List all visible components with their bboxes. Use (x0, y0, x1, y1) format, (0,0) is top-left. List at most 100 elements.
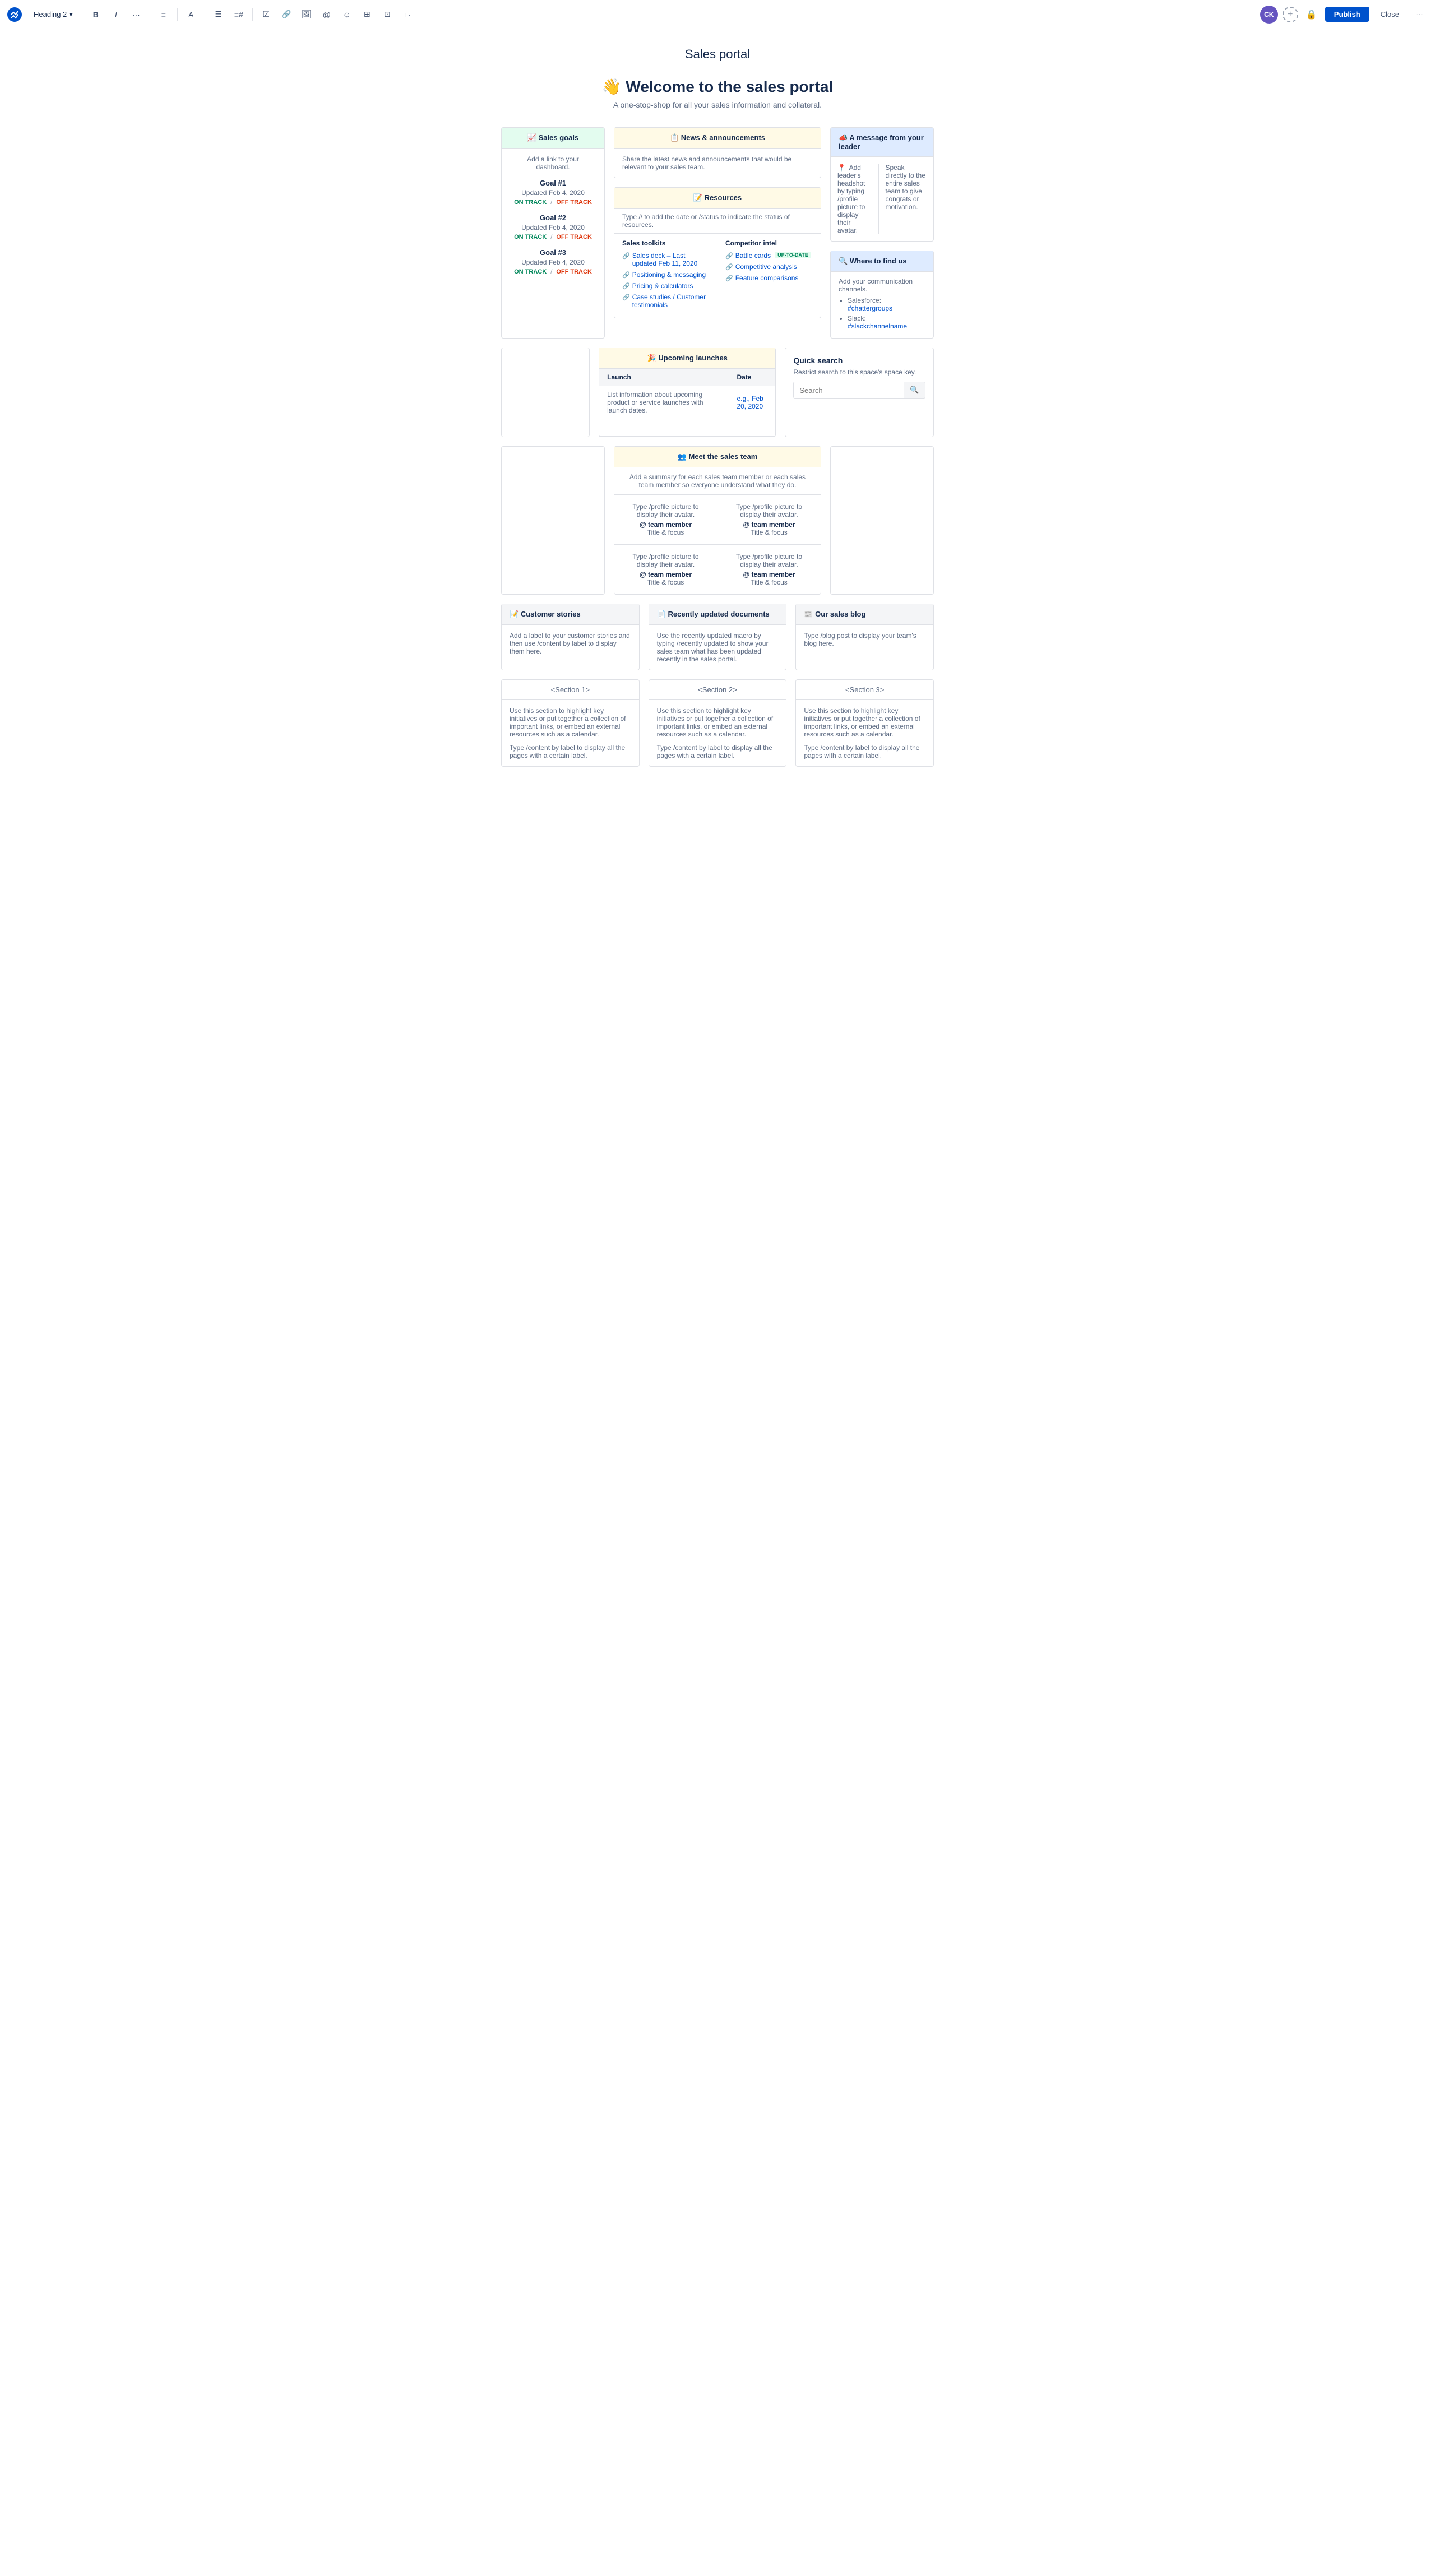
sales-blog-header: 📰 Our sales blog (796, 604, 933, 625)
logo[interactable] (7, 7, 22, 22)
italic-button[interactable]: I (107, 6, 125, 24)
resource-link[interactable]: 🔗 Sales deck – Last updated Feb 11, 2020 (622, 252, 709, 267)
team-member: Type /profile picture to display their a… (614, 495, 718, 545)
link-icon: 🔗 (622, 294, 630, 301)
link-button[interactable]: 🔗 (277, 6, 295, 24)
member-title: Title & focus (622, 529, 709, 536)
more-options-button[interactable]: ··· (1410, 6, 1428, 24)
publish-button[interactable]: Publish (1325, 7, 1369, 22)
member-title: Title & focus (725, 578, 813, 586)
sales-goals-body: Add a link to your dashboard. Goal #1 Up… (502, 149, 604, 290)
customer-stories-emoji: 📝 (510, 610, 519, 618)
sales-blog-emoji: 📰 (804, 610, 813, 618)
sections-row: <Section 1> Use this section to highligh… (501, 679, 934, 767)
bullet-list-button[interactable]: ☰ (210, 6, 228, 24)
section-1-card: <Section 1> Use this section to highligh… (501, 679, 640, 767)
close-button[interactable]: Close (1374, 7, 1406, 22)
find-us-list: Salesforce: #chattergroups Slack: #slack… (839, 296, 925, 330)
date-empty (729, 419, 775, 437)
leader-emoji: 📣 (839, 133, 848, 142)
bold-button[interactable]: B (87, 6, 105, 24)
table-row: List information about upcoming product … (599, 386, 775, 419)
link-icon: 🔗 (622, 271, 630, 279)
resource-link[interactable]: 🔗 Battle cards UP-TO-DATE (725, 252, 813, 260)
leader-right: Speak directly to the entire sales team … (886, 164, 927, 234)
launches-title: Upcoming launches (658, 354, 728, 362)
align-button[interactable]: ≡ (155, 6, 173, 24)
table-button[interactable]: ⊞ (358, 6, 376, 24)
news-header: 📋 News & announcements (614, 128, 821, 149)
lock-icon-button[interactable]: 🔒 (1303, 6, 1321, 24)
task-button[interactable]: ☑ (257, 6, 275, 24)
link-icon: 🔗 (725, 252, 733, 260)
search-input[interactable] (794, 383, 904, 398)
section-2-body: Use this section to highlight key initia… (649, 700, 786, 766)
hero-title-text: Welcome to the sales portal (626, 78, 833, 95)
resource-link[interactable]: 🔗 Feature comparisons (725, 274, 813, 282)
sales-goals-emoji: 📈 (527, 133, 536, 142)
resource-link[interactable]: 🔗 Competitive analysis (725, 263, 813, 271)
page-title: Sales portal (501, 47, 934, 62)
team-title: Meet the sales team (688, 452, 757, 461)
layout-button[interactable]: ⊡ (378, 6, 396, 24)
resources-header: 📝 Resources (614, 188, 821, 209)
team-header: 👥 Meet the sales team (614, 447, 821, 467)
team-emoji: 👥 (678, 452, 687, 461)
add-link-text: Add a link to your dashboard. (510, 155, 596, 171)
recently-updated-emoji: 📄 (657, 610, 666, 618)
find-us-title: Where to find us (850, 257, 907, 265)
recently-updated-body: Use the recently updated macro by typing… (649, 625, 786, 670)
search-input-wrap: 🔍 (793, 382, 925, 399)
more-text-button[interactable]: ··· (127, 6, 145, 24)
goal-3-date: Updated Feb 4, 2020 (510, 258, 596, 266)
user-avatar[interactable]: CK (1260, 6, 1278, 24)
member-avatar-text: Type /profile picture to display their a… (622, 553, 709, 568)
mention-button[interactable]: @ (318, 6, 336, 24)
resources-title: Resources (705, 193, 742, 202)
quick-search-desc: Restrict search to this space's space ke… (793, 368, 925, 376)
resource-link[interactable]: 🔗 Pricing & calculators (622, 282, 709, 290)
leader-header: 📣 A message from your leader (831, 128, 933, 157)
image-button[interactable]: 🖼 (298, 6, 316, 24)
news-emoji: 📋 (670, 133, 679, 142)
find-us-emoji: 🔍 (839, 257, 848, 265)
text-color-button[interactable]: A (182, 6, 200, 24)
launches-table: Launch Date List information about upcom… (599, 369, 775, 437)
list-item: Salesforce: #chattergroups (848, 296, 925, 312)
recently-updated-header: 📄 Recently updated documents (649, 604, 786, 625)
numbered-list-button[interactable]: ≡# (230, 6, 248, 24)
search-button[interactable]: 🔍 (904, 382, 925, 398)
on-track-label: ON TRACK (514, 199, 547, 206)
team-grid: Type /profile picture to display their a… (614, 495, 821, 594)
member-name: @ team member (725, 521, 813, 529)
member-title: Title & focus (622, 578, 709, 586)
hero-emoji: 👋 (602, 78, 622, 95)
resource-link[interactable]: 🔗 Case studies / Customer testimonials (622, 293, 709, 309)
link-icon: 🔗 (622, 252, 630, 260)
leader-left-text: Add leader's headshot by typing /profile… (837, 164, 865, 234)
emoji-button[interactable]: ☺ (338, 6, 356, 24)
separator (177, 8, 178, 21)
customer-stories-body: Add a label to your customer stories and… (502, 625, 639, 662)
team-card: 👥 Meet the sales team Add a summary for … (614, 446, 821, 595)
slack-channel[interactable]: #slackchannelname (848, 322, 907, 330)
leader-card: 📣 A message from your leader 📍 Add leade… (830, 127, 934, 242)
list-item: Slack: #slackchannelname (848, 314, 925, 330)
hero-section: 👋 Welcome to the sales portal A one-stop… (501, 77, 934, 109)
launches-header: 🎉 Upcoming launches (599, 348, 775, 369)
resource-link[interactable]: 🔗 Positioning & messaging (622, 271, 709, 279)
heading-label: Heading 2 (34, 10, 67, 18)
table-row (599, 419, 775, 437)
section-3-card: <Section 3> Use this section to highligh… (795, 679, 934, 767)
salesforce-channel[interactable]: #chattergroups (848, 304, 892, 312)
insert-more-button[interactable]: +· (399, 6, 416, 24)
sales-blog-title: Our sales blog (815, 610, 865, 618)
date-example: e.g., Feb 20, 2020 (737, 395, 763, 410)
heading-dropdown[interactable]: Heading 2 ▾ (29, 8, 77, 21)
recently-updated-title: Recently updated documents (668, 610, 769, 618)
empty-left-panel (501, 348, 590, 437)
resources-col-2: Competitor intel 🔗 Battle cards UP-TO-DA… (718, 234, 821, 318)
section-3-body: Use this section to highlight key initia… (796, 700, 933, 766)
hero-title: 👋 Welcome to the sales portal (501, 77, 934, 96)
add-collaborator-button[interactable]: + (1283, 7, 1298, 22)
